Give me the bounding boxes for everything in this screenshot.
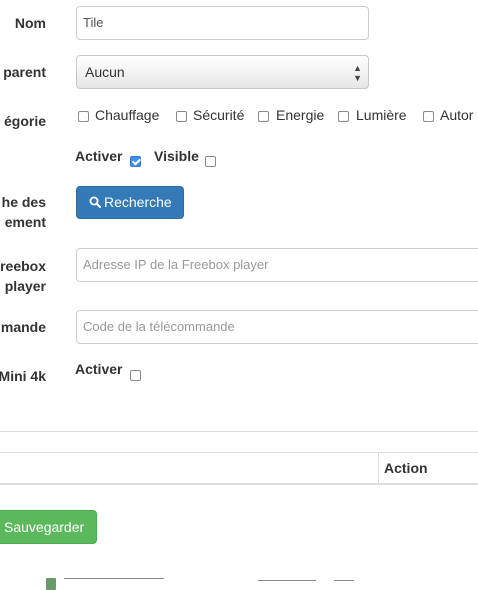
search-button[interactable]: Recherche <box>76 186 184 219</box>
category-label-securite: Sécurité <box>193 107 245 123</box>
category-checkbox-lumiere[interactable] <box>338 111 349 122</box>
table-header-action: Action <box>384 460 428 476</box>
freebox-label-line2: player <box>4 278 46 294</box>
category-checkbox-securite[interactable] <box>176 111 187 122</box>
freebox-label-line1: reebox <box>0 258 46 274</box>
freebox-ip-input[interactable]: Adresse IP de la Freebox player <box>76 248 478 282</box>
remote-code-label: mande <box>0 319 46 335</box>
category-checkbox-autre[interactable] <box>423 111 434 122</box>
file-icon <box>46 578 56 590</box>
table-header-bottom-border <box>0 483 478 485</box>
mini4k-label: Mini 4k <box>0 368 46 384</box>
activate-checkbox[interactable] <box>130 156 141 167</box>
visible-checkbox[interactable] <box>205 156 216 167</box>
category-checkbox-energie[interactable] <box>258 111 269 122</box>
category-checkbox-chauffage[interactable] <box>78 111 89 122</box>
name-label: Nom <box>14 15 46 31</box>
category-label-energie: Energie <box>276 107 325 123</box>
parent-label: parent <box>3 64 46 80</box>
category-label-autre: Autor <box>440 107 474 123</box>
search-devices-label: he des ement <box>2 192 46 232</box>
mini4k-checkbox[interactable] <box>130 370 141 381</box>
search-button-label: Recherche <box>104 194 172 210</box>
section-divider <box>0 431 478 432</box>
search-devices-label-line1: he des <box>1 194 46 210</box>
category-label: égorie <box>3 113 46 129</box>
save-button[interactable]: Sauvegarder <box>0 510 98 544</box>
remote-code-input[interactable]: Code de la télécommande <box>76 310 478 344</box>
table-column-divider <box>378 453 379 484</box>
freebox-label: reebox player <box>0 256 46 296</box>
name-input[interactable]: Tile <box>76 6 369 40</box>
mini4k-activate-label: Activer <box>75 361 123 377</box>
category-label-chauffage: Chauffage <box>95 107 160 123</box>
file-name-fragment <box>64 576 166 588</box>
parent-select-value: Aucun <box>85 64 125 80</box>
search-icon <box>89 196 101 208</box>
category-label-lumiere: Lumière <box>356 107 407 123</box>
select-arrows-icon: ▲ ▼ <box>353 63 362 83</box>
visible-label: Visible <box>154 148 199 164</box>
parent-select[interactable]: Aucun ▲ ▼ <box>76 55 369 89</box>
search-devices-label-line2: ement <box>4 214 46 230</box>
table-top-border <box>0 452 478 453</box>
activate-label: Activer <box>75 148 123 164</box>
